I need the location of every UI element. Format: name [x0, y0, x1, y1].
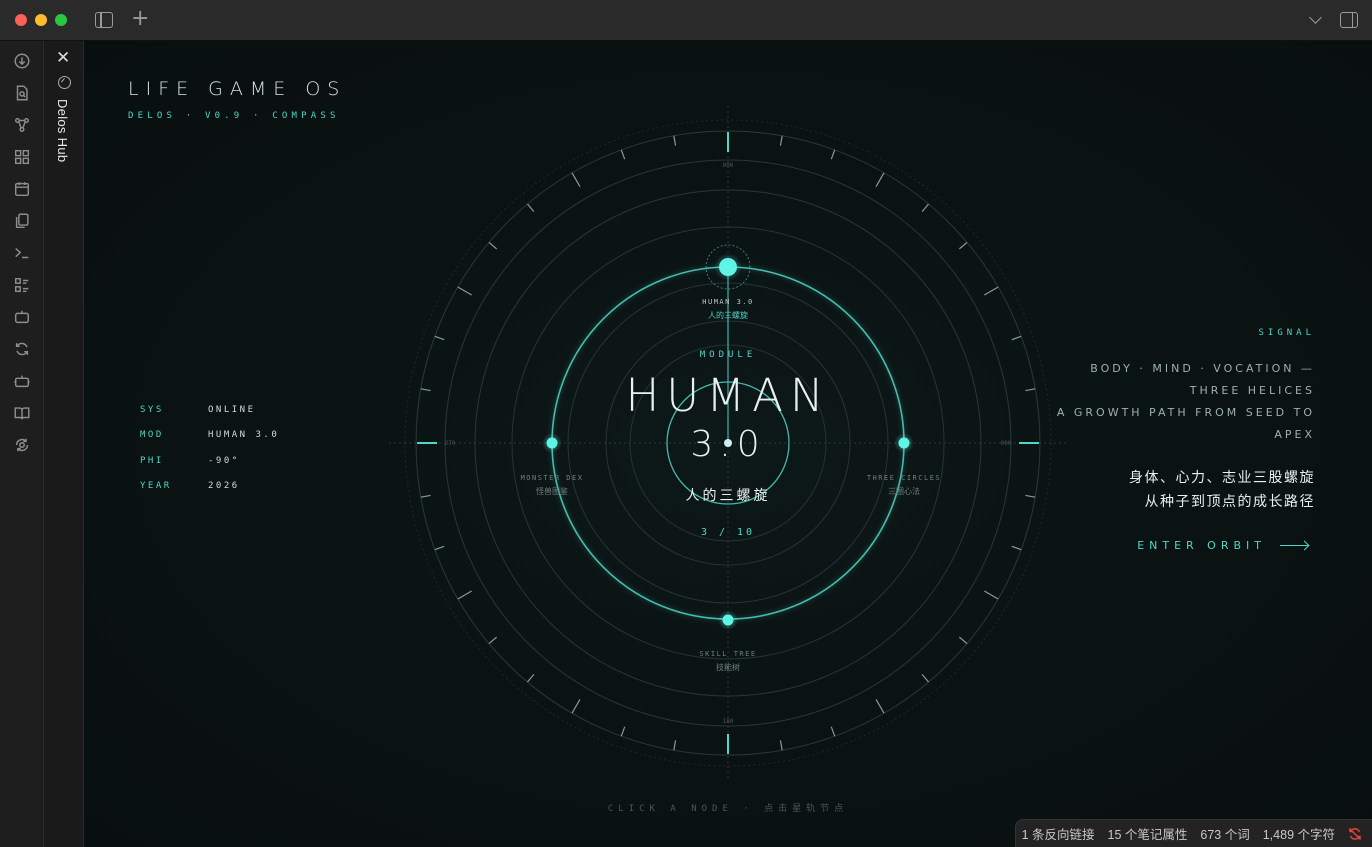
graph-icon[interactable] — [12, 115, 32, 135]
enter-orbit-label: ENTER ORBIT — [1137, 539, 1266, 552]
compass-tick — [1011, 545, 1022, 551]
compass-tick — [457, 286, 472, 296]
click-hint: CLICK A NODE · 点击星轨节点 — [607, 804, 849, 814]
close-icon[interactable]: ✕ — [56, 49, 70, 67]
node-label-zh: 技能树 — [716, 662, 740, 672]
status-bar: 1 条反向链接 15 个笔记属性 673 个词 1,489 个字符 — [1014, 819, 1372, 847]
compass-tick — [984, 286, 999, 296]
signal-description-zh: 身体、心力、志业三股螺旋 从种子到顶点的成长路径 — [1045, 466, 1315, 514]
module-version: 3.0 — [690, 424, 765, 465]
compass-tick — [875, 699, 885, 714]
status-words: 673 个词 — [1200, 828, 1250, 842]
module-index: 3 / 10 — [701, 527, 755, 538]
node-label-zh: 怪兽图鉴 — [536, 486, 568, 496]
main-canvas: LIFE GAME OS DELOS · V0.9 · COMPASS SYS … — [84, 41, 1372, 847]
module-title: HUMAN — [625, 369, 830, 422]
right-sidebar-toggle-icon[interactable] — [1340, 12, 1358, 28]
node-label-en: MONSTER DEX — [521, 474, 584, 482]
node-skill-tree[interactable] — [718, 610, 738, 630]
node-label-en: THREE CIRCLES — [867, 474, 941, 482]
compass-icon — [58, 76, 71, 89]
compass-tick — [984, 590, 999, 600]
signal-panel: SIGNAL BODY · MIND · VOCATION — THREE HE… — [1045, 328, 1315, 514]
terminal-icon[interactable] — [12, 243, 32, 263]
compass-tick — [620, 726, 626, 737]
compass-tick — [921, 203, 930, 213]
bot-icon[interactable] — [12, 307, 32, 327]
gear-sync-icon[interactable] — [12, 435, 32, 455]
compass-tick — [526, 203, 535, 213]
compass-tick — [571, 172, 581, 187]
compass-tick — [434, 335, 445, 341]
window-maximize-button[interactable] — [55, 14, 67, 26]
node-label-zh: 三圈心法 — [888, 486, 920, 496]
compass-tick — [921, 673, 930, 683]
status-backlinks[interactable]: 1 条反向链接 — [1022, 824, 1095, 843]
compass-tick — [420, 388, 431, 392]
sync-error-icon[interactable] — [1348, 827, 1362, 841]
node-monster-dex[interactable] — [542, 433, 562, 453]
degree-label-right: 090 — [1001, 440, 1012, 447]
vertical-tab-strip: ✕ Delos Hub — [44, 41, 84, 847]
calendar-icon[interactable] — [12, 179, 32, 199]
compass-tick — [1025, 494, 1036, 498]
sync-icon[interactable] — [12, 339, 32, 359]
compass-tick — [488, 241, 498, 250]
degree-label-bottom: 180 — [723, 718, 734, 725]
book-open-icon[interactable] — [12, 403, 32, 423]
compass-tick — [830, 149, 836, 160]
compass-tick — [434, 545, 445, 551]
ribbon — [0, 41, 44, 847]
status-chars: 1,489 个字符 — [1262, 828, 1335, 842]
checklist-icon[interactable] — [12, 275, 32, 295]
tab-delos-hub[interactable]: Delos Hub — [55, 99, 70, 162]
compass-tick — [1025, 388, 1036, 392]
degree-label-top: 000 — [723, 162, 734, 169]
signal-line-zh: 从种子到顶点的成长路径 — [1144, 494, 1315, 510]
signal-label: SIGNAL — [1258, 328, 1315, 338]
compass-tick — [488, 636, 498, 645]
enter-orbit-button[interactable]: ENTER ORBIT — [1137, 539, 1308, 552]
module-label: MODULE — [700, 350, 757, 360]
signal-line-en: A GROWTH PATH FROM SEED TO APEX — [1056, 406, 1315, 441]
copy-files-icon[interactable] — [12, 211, 32, 231]
compass-tick — [958, 636, 968, 645]
compass-tick — [420, 494, 431, 498]
download-circle-icon[interactable] — [12, 51, 32, 71]
arrow-right-icon — [1280, 545, 1308, 546]
signal-description-en: BODY · MIND · VOCATION — THREE HELICES A… — [1045, 358, 1315, 446]
compass-tick — [571, 699, 581, 714]
new-tab-button[interactable]: + — [131, 7, 149, 31]
compass-tick — [1011, 335, 1022, 341]
compass-tick — [620, 149, 626, 160]
dashboard-grid-icon[interactable] — [12, 147, 32, 167]
compass-tick — [830, 726, 836, 737]
node-three-circles[interactable] — [894, 433, 914, 453]
file-search-icon[interactable] — [12, 83, 32, 103]
node-label-en: SKILL TREE — [699, 650, 756, 658]
compass-tick — [779, 135, 783, 146]
sidebar-toggle-icon[interactable] — [95, 12, 113, 28]
status-properties[interactable]: 15 个笔记属性 — [1108, 824, 1188, 843]
signal-line-en: BODY · MIND · VOCATION — THREE HELICES — [1090, 362, 1315, 397]
compass-tick — [958, 241, 968, 250]
window-minimize-button[interactable] — [35, 14, 47, 26]
compass-tick — [779, 740, 783, 751]
compass-tick — [673, 740, 677, 751]
title-bar: + — [0, 0, 1372, 41]
window-close-button[interactable] — [15, 14, 27, 26]
module-subtitle-zh: 人的三螺旋 — [686, 488, 771, 504]
signal-line-zh: 身体、心力、志业三股螺旋 — [1129, 470, 1315, 486]
compass-tick — [526, 673, 535, 683]
node-label-en: HUMAN 3.0 — [702, 298, 753, 306]
compass-tick — [457, 590, 472, 600]
robot-icon[interactable] — [12, 371, 32, 391]
node-label-zh: 人的三螺旋 — [708, 310, 748, 320]
degree-label-left: 270 — [445, 440, 456, 447]
compass-tick — [875, 172, 885, 187]
chevron-down-icon[interactable] — [1309, 11, 1322, 24]
compass-tick — [673, 135, 677, 146]
